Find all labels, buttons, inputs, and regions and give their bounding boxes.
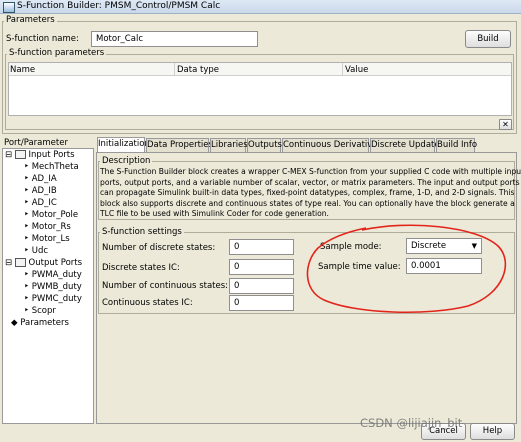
description-line: block also supports discrete and continu…	[100, 198, 515, 208]
description-line: TLC file to be used with Simulink Coder …	[100, 209, 329, 218]
parameters-node-icon: ◆	[11, 318, 18, 328]
tree-item-input-port[interactable]: ‣ Motor_Pole	[24, 209, 78, 221]
continuous-states-ic-input[interactable]: 0	[229, 295, 294, 311]
sfunction-name-label: S-function name:	[6, 34, 79, 44]
tab-continuous-derivatives[interactable]: Continuous Derivatives	[282, 138, 382, 152]
tree-item-input-ports[interactable]: ⊟ Input Ports	[5, 149, 75, 161]
simulink-app-icon	[3, 2, 15, 13]
tree-expand-icon[interactable]: ⊟	[5, 258, 12, 268]
column-header-data-type[interactable]: Data type	[177, 65, 219, 75]
tab-discrete-update[interactable]: Discrete Update	[370, 138, 440, 152]
sfunction-parameters-label: S-function parameters	[7, 48, 107, 58]
parameters-table-header	[9, 63, 511, 76]
column-header-name[interactable]: Name	[10, 65, 35, 75]
help-button[interactable]: Help	[470, 423, 515, 440]
tab-libraries[interactable]: Libraries	[210, 138, 248, 152]
continuous-states-ic-label: Continuous states IC:	[102, 298, 193, 308]
output-ports-icon	[14, 258, 26, 267]
discrete-states-ic-label: Discrete states IC:	[102, 263, 180, 273]
tree-item-input-port[interactable]: ‣ AD_IB	[24, 185, 57, 197]
close-parameters-button[interactable]: ✕	[499, 119, 512, 130]
parameters-group-label: Parameters	[4, 15, 57, 25]
port-parameter-label: Port/Parameter	[4, 138, 68, 148]
tree-item-input-port[interactable]: ‣ AD_IC	[24, 197, 57, 209]
window-titlebar: S-Function Builder: PMSM_Control/PMSM Ca…	[0, 0, 521, 14]
tree-item-output-ports[interactable]: ⊟ Output Ports	[5, 257, 82, 269]
annotation-ellipse	[306, 224, 507, 314]
tree-item-output-port[interactable]: ‣ PWMB_duty	[24, 281, 82, 293]
tree-item-output-port[interactable]: ‣ PWMC_duty	[24, 293, 82, 305]
window-title: S-Function Builder: PMSM_Control/PMSM Ca…	[17, 1, 221, 11]
description-label: Description	[100, 156, 153, 166]
tree-item-input-port[interactable]: ‣ Motor_Ls	[24, 233, 70, 245]
tree-item-output-port[interactable]: ‣ PWMA_duty	[24, 269, 82, 281]
build-button[interactable]: Build	[465, 30, 511, 48]
column-divider	[342, 63, 343, 76]
tree-item-input-port[interactable]: ‣ Motor_Rs	[24, 221, 71, 233]
tree-item-input-port[interactable]: ‣ MechTheta	[24, 161, 79, 173]
tree-item-parameters[interactable]: ◆ Parameters	[11, 317, 69, 329]
description-line: The S-Function Builder block creates a w…	[100, 167, 521, 176]
num-discrete-states-input[interactable]: 0	[229, 239, 294, 255]
description-line: can propagate Simulink built-in data typ…	[100, 188, 515, 197]
csdn-watermark: CSDN @lijiajin_bit	[360, 416, 463, 430]
column-divider	[174, 63, 175, 76]
sfunction-settings-label: S-function settings	[100, 227, 184, 237]
tab-build-info[interactable]: Build Info	[436, 138, 477, 152]
tab-outputs[interactable]: Outputs	[247, 138, 282, 152]
num-continuous-states-input[interactable]: 0	[229, 278, 294, 294]
tree-item-output-port[interactable]: ‣ Scopr	[24, 305, 56, 317]
description-line: ports, output ports, and a variable numb…	[100, 177, 520, 187]
tree-item-input-port[interactable]: ‣ AD_IA	[24, 173, 57, 185]
num-continuous-states-label: Number of continuous states:	[102, 281, 229, 291]
description-text: The S-Function Builder block creates a w…	[100, 167, 521, 220]
tree-expand-icon[interactable]: ⊟	[5, 150, 12, 160]
input-ports-icon	[14, 150, 26, 159]
sfunction-name-input[interactable]: Motor_Calc	[91, 31, 258, 47]
tab-initialization[interactable]: Initialization	[97, 137, 150, 153]
num-discrete-states-label: Number of discrete states:	[102, 243, 216, 253]
discrete-states-ic-input[interactable]: 0	[229, 259, 294, 275]
tree-item-input-port[interactable]: ‣ Udc	[24, 245, 48, 257]
tab-data-properties[interactable]: Data Properties	[146, 138, 213, 152]
column-header-value[interactable]: Value	[345, 65, 368, 75]
